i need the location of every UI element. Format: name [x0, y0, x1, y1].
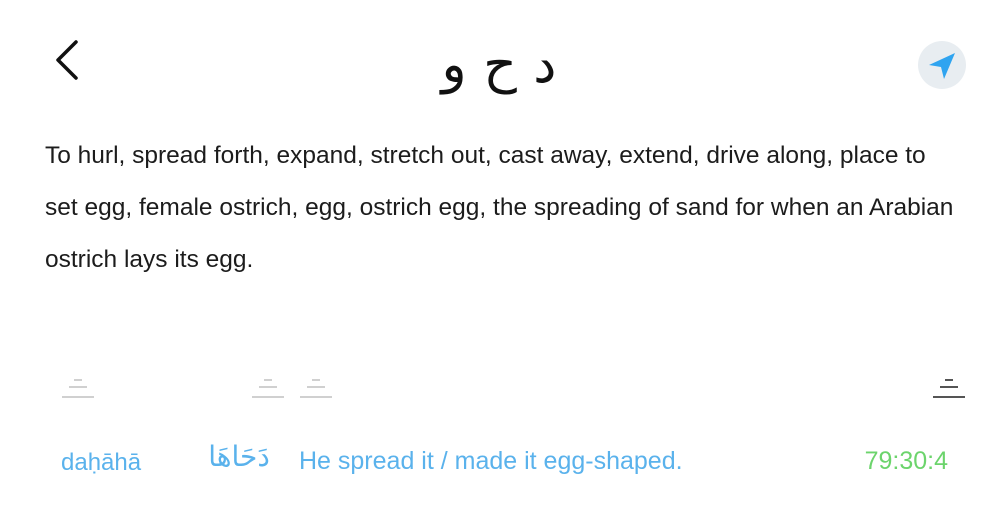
stacked-lines-icon: [299, 376, 333, 400]
verse-translation: He spread it / made it egg-shaped.: [299, 447, 683, 475]
stacked-lines-icon: [251, 376, 285, 400]
occurrence-row[interactable]: daḥāhā دَحَاهَا He spread it / made it e…: [0, 440, 998, 484]
root-title: د ح و: [441, 35, 557, 95]
root-definition: To hurl, spread forth, expand, stretch o…: [45, 142, 954, 273]
location-arrow-icon: [929, 53, 955, 79]
arabic-word: دَحَاهَا: [208, 440, 270, 473]
stacked-lines-icon[interactable]: [932, 376, 966, 400]
verse-reference[interactable]: 79:30:4: [865, 447, 948, 476]
navigate-button[interactable]: [918, 41, 966, 89]
transliteration: daḥāhā: [61, 449, 142, 476]
stacked-lines-icon: [61, 376, 95, 400]
